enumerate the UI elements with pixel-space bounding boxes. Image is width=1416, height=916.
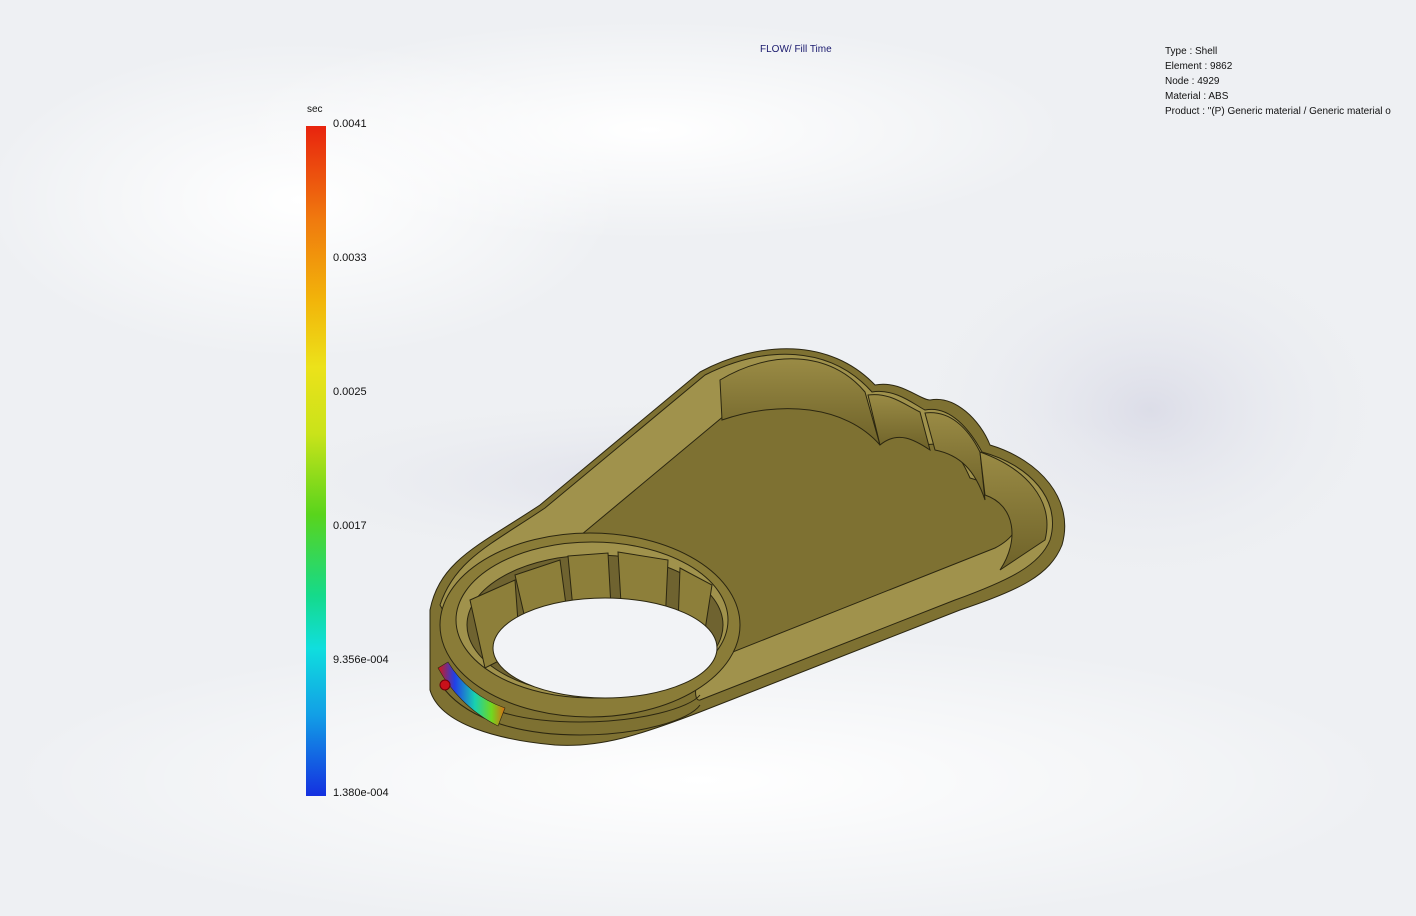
part-model[interactable]: [0, 0, 1416, 916]
model-info-panel: Type : Shell Element : 9862 Node : 4929 …: [1165, 44, 1391, 119]
legend-tick-label: 9.356e-004: [333, 654, 389, 666]
cae-viewport[interactable]: FLOW/ Fill Time Type : Shell Element : 9…: [0, 0, 1416, 916]
legend-tick-label: 0.0041: [333, 118, 367, 130]
injection-gate-marker: [439, 679, 451, 691]
legend-tick-label: 0.0033: [333, 252, 367, 264]
legend-tick-label: 0.0025: [333, 386, 367, 398]
info-material: Material : ABS: [1165, 91, 1229, 102]
legend-tick-label: 0.0017: [333, 520, 367, 532]
ring-opening: [492, 597, 718, 699]
info-product: Product : "(P) Generic material / Generi…: [1165, 106, 1391, 117]
legend-color-bar: [306, 126, 326, 796]
info-node: Node : 4929: [1165, 76, 1220, 87]
plot-title: FLOW/ Fill Time: [760, 44, 832, 55]
legend-unit: sec: [307, 104, 323, 115]
info-element: Element : 9862: [1165, 61, 1233, 72]
info-type: Type : Shell: [1165, 46, 1218, 57]
legend-tick-label: 1.380e-004: [333, 787, 389, 799]
